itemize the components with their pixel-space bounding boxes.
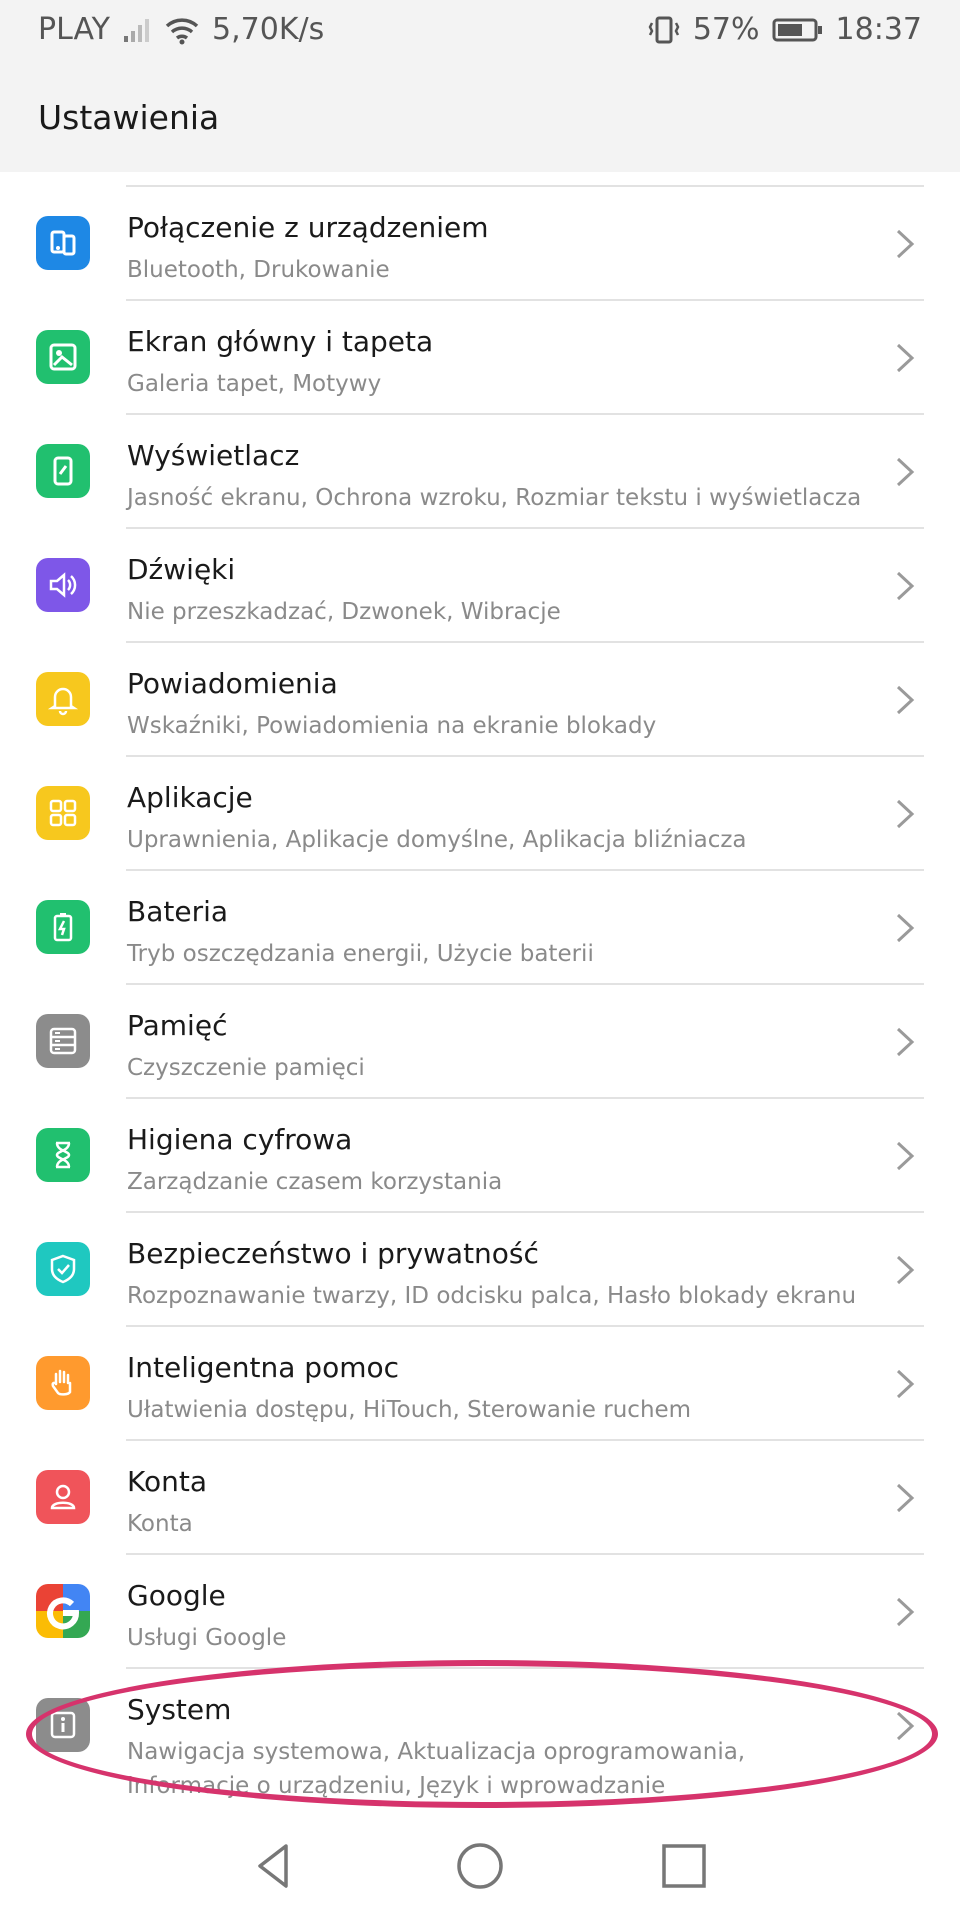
chevron-right-icon — [896, 1369, 915, 1399]
storage-icon — [36, 1014, 90, 1068]
app-bar: Ustawienia — [0, 66, 960, 172]
settings-item-display[interactable]: Wyświetlacz Jasność ekranu, Ochrona wzro… — [0, 415, 960, 529]
item-title: Wyświetlacz — [127, 439, 300, 472]
item-subtitle: Uprawnienia, Aplikacje domyślne, Aplikac… — [127, 827, 747, 853]
home-icon[interactable] — [452, 1838, 508, 1894]
apps-grid-icon — [36, 786, 90, 840]
item-subtitle: Galeria tapet, Motywy — [127, 371, 382, 397]
chevron-right-icon — [896, 799, 915, 829]
item-subtitle: Konta — [127, 1511, 193, 1537]
settings-item-device-connection[interactable]: Połączenie z urządzeniem Bluetooth, Druk… — [0, 187, 960, 301]
signal-icon — [124, 18, 150, 42]
settings-item-home-screen[interactable]: Ekran główny i tapeta Galeria tapet, Mot… — [0, 301, 960, 415]
settings-item-storage[interactable]: Pamięć Czyszczenie pamięci — [0, 985, 960, 1099]
google-icon — [36, 1584, 90, 1638]
item-title: Inteligentna pomoc — [127, 1351, 400, 1384]
item-title: Powiadomienia — [127, 667, 338, 700]
chevron-right-icon — [896, 571, 915, 601]
item-title: Aplikacje — [127, 781, 253, 814]
display-icon — [36, 444, 90, 498]
item-subtitle: Zarządzanie czasem korzystania — [127, 1169, 503, 1195]
status-left: PLAY 5,70K/s — [38, 12, 336, 47]
item-subtitle: Usługi Google — [127, 1625, 287, 1651]
network-speed: 5,70K/s — [212, 12, 325, 47]
chevron-right-icon — [896, 1483, 915, 1513]
settings-item-battery[interactable]: Bateria Tryb oszczędzania energii, Użyci… — [0, 871, 960, 985]
chevron-right-icon — [896, 685, 915, 715]
item-subtitle: Rozpoznawanie twarzy, ID odcisku palca, … — [127, 1283, 857, 1309]
item-subtitle: Bluetooth, Drukowanie — [127, 257, 390, 283]
status-right: 57% 18:37 — [647, 12, 922, 47]
item-title: Bateria — [127, 895, 229, 928]
item-title: Połączenie z urządzeniem — [127, 211, 489, 244]
vibrate-icon — [648, 16, 680, 43]
device-connection-icon — [36, 216, 90, 270]
bell-icon — [36, 672, 90, 726]
item-title: Konta — [127, 1465, 207, 1498]
clock: 18:37 — [835, 12, 922, 47]
status-bar: PLAY 5,70K/s 57% 18:37 — [0, 0, 960, 66]
chevron-right-icon — [896, 913, 915, 943]
item-title: Google — [127, 1579, 226, 1612]
chevron-right-icon — [896, 1141, 915, 1171]
chevron-right-icon — [896, 1027, 915, 1057]
battery-icon — [36, 900, 90, 954]
battery-status-icon — [772, 18, 822, 41]
item-title: Dźwięki — [127, 553, 236, 586]
chevron-right-icon — [896, 229, 915, 259]
shield-icon — [36, 1242, 90, 1296]
settings-item-apps[interactable]: Aplikacje Uprawnienia, Aplikacje domyśln… — [0, 757, 960, 871]
highlight-ellipse — [26, 1660, 938, 1808]
hourglass-icon — [36, 1128, 90, 1182]
item-title: Ekran główny i tapeta — [127, 325, 434, 358]
item-subtitle: Ułatwienia dostępu, HiTouch, Sterowanie … — [127, 1397, 692, 1423]
settings-item-smart-assistance[interactable]: Inteligentna pomoc Ułatwienia dostępu, H… — [0, 1327, 960, 1441]
account-icon — [36, 1470, 90, 1524]
item-subtitle: Nie przeszkadzać, Dzwonek, Wibracje — [127, 599, 561, 625]
item-title: Bezpieczeństwo i prywatność — [127, 1237, 539, 1270]
item-subtitle: Tryb oszczędzania energii, Użycie bateri… — [127, 941, 594, 967]
item-subtitle: Jasność ekranu, Ochrona wzroku, Rozmiar … — [127, 485, 862, 511]
settings-item-digital-balance[interactable]: Higiena cyfrowa Zarządzanie czasem korzy… — [0, 1099, 960, 1213]
sound-icon — [36, 558, 90, 612]
back-icon[interactable] — [246, 1838, 302, 1894]
chevron-right-icon — [896, 343, 915, 373]
wallpaper-icon — [36, 330, 90, 384]
item-title: Higiena cyfrowa — [127, 1123, 353, 1156]
settings-item-sounds[interactable]: Dźwięki Nie przeszkadzać, Dzwonek, Wibra… — [0, 529, 960, 643]
chevron-right-icon — [896, 1597, 915, 1627]
battery-percent: 57% — [692, 12, 760, 47]
hand-icon — [36, 1356, 90, 1410]
recents-icon[interactable] — [656, 1838, 712, 1894]
chevron-right-icon — [896, 1255, 915, 1285]
wifi-icon — [165, 17, 199, 44]
settings-item-google[interactable]: Google Usługi Google — [0, 1555, 960, 1669]
carrier-label: PLAY — [38, 12, 111, 47]
item-subtitle: Czyszczenie pamięci — [127, 1055, 365, 1081]
chevron-right-icon — [896, 457, 915, 487]
settings-item-security[interactable]: Bezpieczeństwo i prywatność Rozpoznawani… — [0, 1213, 960, 1327]
page-title: Ustawienia — [38, 98, 220, 137]
item-subtitle: Wskaźniki, Powiadomienia na ekranie blok… — [127, 713, 657, 739]
settings-item-notifications[interactable]: Powiadomienia Wskaźniki, Powiadomienia n… — [0, 643, 960, 757]
item-title: Pamięć — [127, 1009, 228, 1042]
settings-list: Połączenie z urządzeniem Bluetooth, Druk… — [0, 187, 960, 1829]
settings-item-accounts[interactable]: Konta Konta — [0, 1441, 960, 1555]
navigation-bar — [0, 1808, 960, 1920]
